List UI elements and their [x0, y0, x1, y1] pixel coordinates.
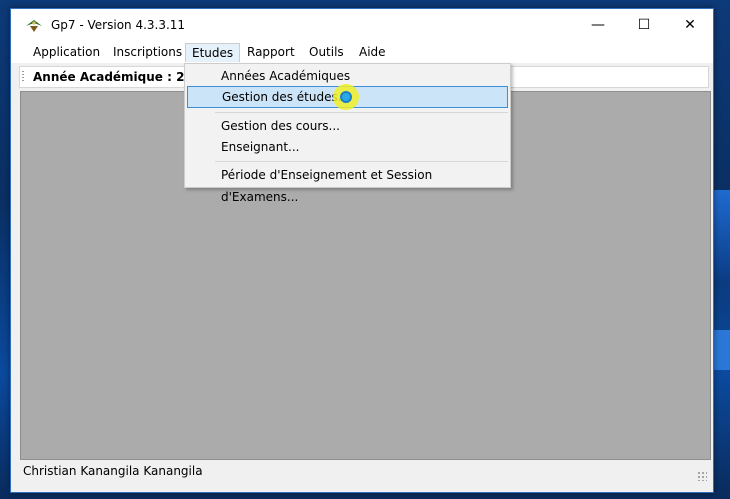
menu-separator — [215, 112, 508, 113]
mouse-cursor-highlight-icon — [333, 84, 359, 110]
menu-aide[interactable]: Aide — [353, 43, 392, 62]
mouse-pointer-icon — [340, 91, 352, 103]
menu-inscriptions[interactable]: Inscriptions — [107, 43, 188, 62]
status-user-name: Christian Kanangila Kanangila — [23, 464, 203, 478]
resize-grip-icon[interactable] — [697, 471, 707, 481]
minimize-button[interactable]: — — [575, 9, 621, 41]
menu-separator — [215, 161, 508, 162]
menu-item-gestion-des-cours[interactable]: Gestion des cours... — [187, 115, 508, 137]
title-bar[interactable]: Gp7 - Version 4.3.3.11 — ☐ ✕ — [11, 9, 713, 41]
menu-item-periode-enseignement[interactable]: Période d'Enseignement et Session d'Exam… — [187, 164, 508, 204]
close-button[interactable]: ✕ — [667, 9, 713, 41]
window-title: Gp7 - Version 4.3.3.11 — [51, 18, 186, 32]
status-bar: Christian Kanangila Kanangila — [20, 461, 711, 483]
toolbar-grip[interactable] — [22, 71, 24, 83]
menu-application[interactable]: Application — [27, 43, 106, 62]
maximize-button[interactable]: ☐ — [621, 9, 667, 41]
app-logo-icon — [26, 20, 42, 32]
menu-bar: Application Inscriptions Etudes Rapport … — [11, 41, 713, 63]
menu-rapport[interactable]: Rapport — [241, 43, 301, 62]
menu-outils[interactable]: Outils — [303, 43, 350, 62]
menu-item-enseignant[interactable]: Enseignant... — [187, 136, 508, 158]
etudes-dropdown-menu: Années Académiques Gestion des études...… — [184, 63, 511, 204]
menu-etudes[interactable]: Etudes — [185, 43, 241, 62]
